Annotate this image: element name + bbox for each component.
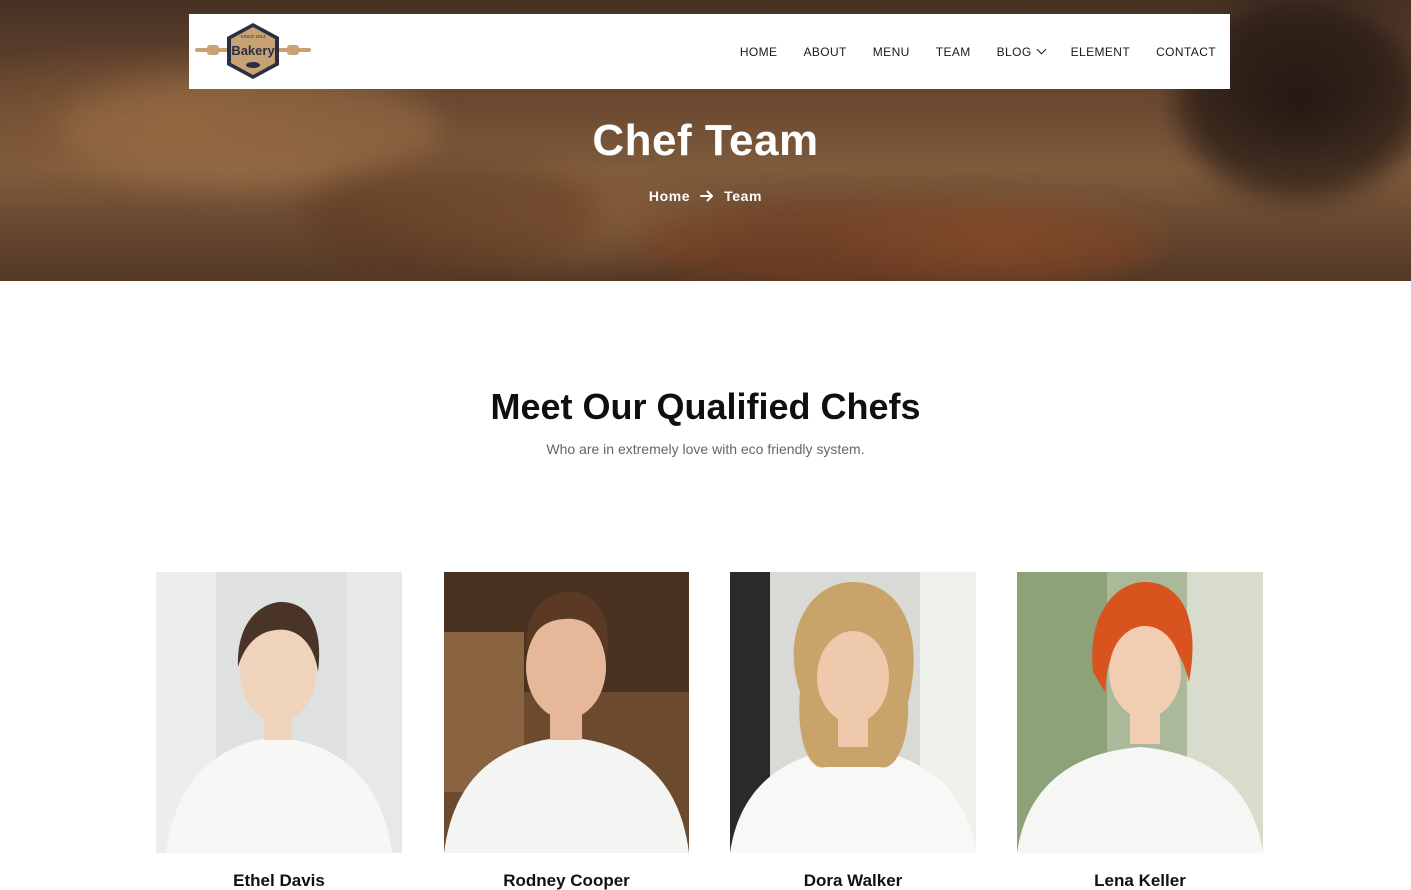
nav-blog[interactable]: BLOG (997, 44, 1047, 59)
nav-element[interactable]: ELEMENT (1071, 45, 1130, 59)
section-title: Meet Our Qualified Chefs (490, 386, 921, 427)
nav-home[interactable]: HOME (740, 45, 778, 59)
chef-name: Lena Keller (1094, 871, 1186, 890)
chef-card[interactable]: Dora Walker (730, 572, 976, 890)
section-subtitle: Who are in extremely love with eco frien… (546, 441, 865, 457)
arrow-right-icon (700, 190, 714, 202)
logo-tagline: SINCE 2014 (240, 34, 266, 39)
site-header: SINCE 2014 Bakery HOME ABOUT MENU TEAM B… (189, 14, 1230, 89)
nav-menu[interactable]: MENU (873, 45, 910, 59)
main-nav: HOME ABOUT MENU TEAM BLOG ELEMENT CONTAC… (740, 14, 1216, 89)
chef-photo (444, 572, 689, 853)
chef-photo (156, 572, 402, 853)
breadcrumb: Home Team (0, 188, 1411, 204)
chef-name: Dora Walker (803, 871, 903, 890)
chef-card[interactable]: Rodney Cooper (444, 572, 689, 890)
logo-wordmark: Bakery (231, 43, 275, 58)
nav-contact[interactable]: CONTACT (1156, 45, 1216, 59)
nav-team[interactable]: TEAM (936, 45, 971, 59)
chef-name: Rodney Cooper (503, 871, 630, 890)
bakery-logo[interactable]: SINCE 2014 Bakery (193, 21, 313, 81)
chef-photo (1017, 572, 1263, 853)
breadcrumb-current: Team (724, 188, 763, 204)
chef-photo (730, 572, 976, 853)
breadcrumb-home[interactable]: Home (649, 188, 690, 204)
nav-about[interactable]: ABOUT (803, 45, 846, 59)
chevron-down-icon (1036, 44, 1047, 55)
chef-name: Ethel Davis (233, 871, 325, 890)
chef-card[interactable]: Lena Keller (1017, 572, 1263, 890)
chef-card[interactable]: Ethel Davis (156, 572, 402, 890)
page-title: Chef Team (592, 116, 819, 165)
